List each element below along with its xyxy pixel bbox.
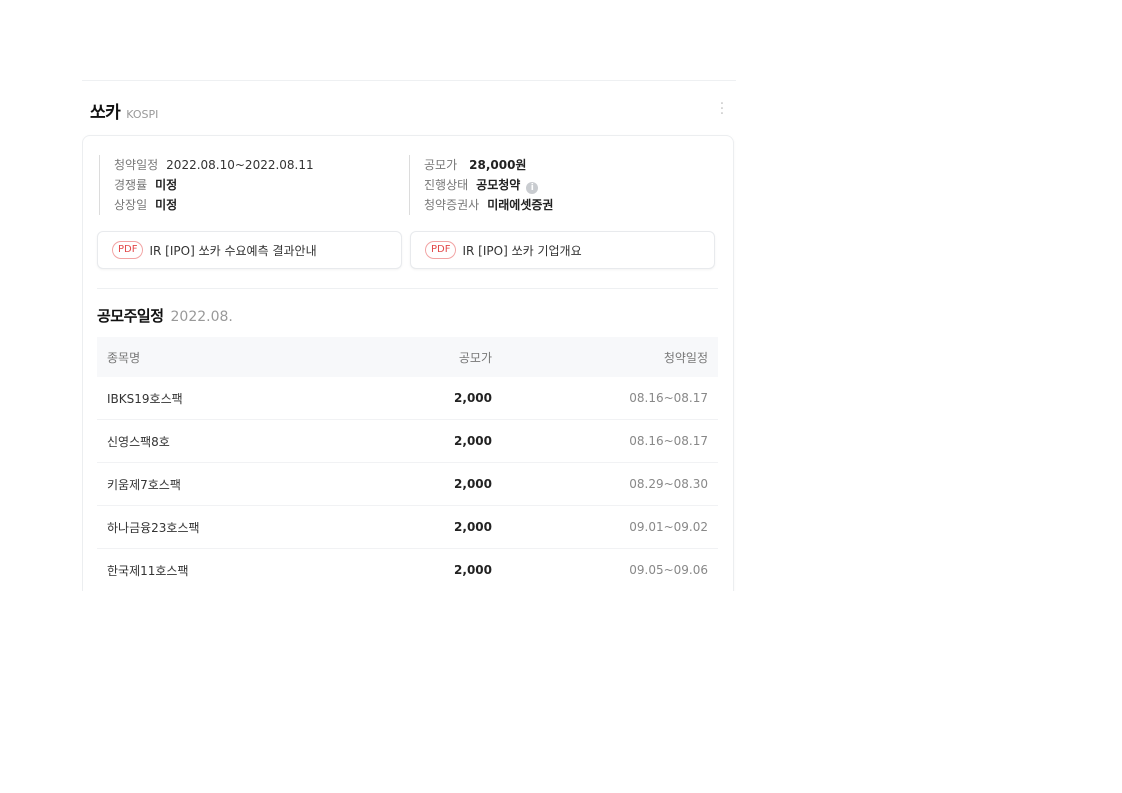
- document-title: IR [IPO] 쏘카 기업개요: [462, 243, 582, 258]
- info-column-left: 청약일정 2022.08.10~2022.08.11 경쟁률 미정 상장일 미정: [99, 155, 314, 215]
- table-row[interactable]: 하나금융23호스팩 2,000 09.01~09.02: [97, 505, 718, 549]
- info-value: 미래에셋증권: [487, 198, 554, 212]
- schedule-header: 공모주일정 2022.08.: [97, 305, 233, 326]
- more-vertical-icon[interactable]: · · ·: [715, 97, 729, 121]
- info-icon[interactable]: i: [526, 182, 539, 194]
- info-label: 상장일: [114, 198, 148, 212]
- subscription-period: 08.16~08.17: [492, 377, 718, 420]
- info-value: 28,000원: [469, 158, 527, 172]
- info-label: 진행상태: [424, 178, 469, 192]
- stock-name[interactable]: 신영스팩8호: [97, 419, 372, 463]
- info-value: 미정: [155, 198, 178, 212]
- ipo-info-card: 청약일정 2022.08.10~2022.08.11 경쟁률 미정 상장일 미정 공모…: [82, 135, 734, 591]
- company-header: 쏘카 KOSPI: [90, 98, 158, 123]
- offering-price: 2,000: [372, 377, 492, 420]
- stock-name[interactable]: 키움제7호스팩: [97, 462, 372, 506]
- table-row[interactable]: 키움제7호스팩 2,000 08.29~08.30: [97, 462, 718, 506]
- offering-price: 2,000: [372, 419, 492, 463]
- info-value: 미정: [155, 178, 178, 192]
- info-label: 경쟁률: [114, 178, 148, 192]
- info-value: 공모청약: [476, 178, 521, 192]
- info-row-underwriter: 청약증권사 미래에셋증권: [424, 195, 553, 215]
- stock-name[interactable]: 한국제11호스팩: [97, 548, 372, 591]
- schedule-month: 2022.08.: [170, 309, 233, 325]
- pdf-icon: PDF: [425, 241, 457, 259]
- section-divider: [97, 288, 718, 289]
- info-value: 2022.08.10~2022.08.11: [166, 158, 314, 172]
- column-header-name: 종목명: [97, 337, 372, 377]
- table-row[interactable]: IBKS19호스팩 2,000 08.16~08.17: [97, 377, 718, 420]
- table-header-row: 종목명 공모가 청약일정: [97, 337, 718, 377]
- info-label: 청약증권사: [424, 198, 480, 212]
- pdf-icon: PDF: [112, 241, 144, 259]
- table-row[interactable]: 신영스팩8호 2,000 08.16~08.17: [97, 419, 718, 463]
- subscription-period: 08.16~08.17: [492, 419, 718, 463]
- info-row-offering-price: 공모가 28,000원: [424, 155, 553, 175]
- market-badge: KOSPI: [126, 108, 159, 121]
- ipo-detail-panel: 쏘카 KOSPI · · · 청약일정 2022.08.10~2022.08.11 경…: [82, 80, 736, 591]
- offering-price: 2,000: [372, 505, 492, 549]
- info-row-listing-date: 상장일 미정: [114, 195, 314, 215]
- info-column-right: 공모가 28,000원 진행상태 공모청약 i 청약증권사 미래에셋증권: [409, 155, 553, 215]
- document-button-demand-forecast[interactable]: PDF IR [IPO] 쏘카 수요예측 결과안내: [97, 231, 402, 269]
- subscription-period: 09.01~09.02: [492, 505, 718, 549]
- column-header-price: 공모가: [372, 337, 492, 377]
- company-name: 쏘카: [90, 103, 121, 123]
- schedule-title: 공모주일정: [97, 307, 164, 325]
- offering-price: 2,000: [372, 462, 492, 506]
- info-row-subscription-period: 청약일정 2022.08.10~2022.08.11: [114, 155, 314, 175]
- offering-price: 2,000: [372, 548, 492, 591]
- column-header-period: 청약일정: [492, 337, 718, 377]
- info-row-status: 진행상태 공모청약 i: [424, 175, 553, 195]
- stock-name[interactable]: IBKS19호스팩: [97, 377, 372, 420]
- info-label: 공모가: [424, 158, 458, 172]
- info-row-competition-rate: 경쟁률 미정: [114, 175, 314, 195]
- table-row[interactable]: 한국제11호스팩 2,000 09.05~09.06: [97, 548, 718, 591]
- subscription-period: 08.29~08.30: [492, 462, 718, 506]
- subscription-period: 09.05~09.06: [492, 548, 718, 591]
- stock-name[interactable]: 하나금융23호스팩: [97, 505, 372, 549]
- ipo-schedule-table: 종목명 공모가 청약일정 IBKS19호스팩 2,000 08.16~08.17…: [97, 337, 718, 591]
- document-button-company-overview[interactable]: PDF IR [IPO] 쏘카 기업개요: [410, 231, 715, 269]
- info-label: 청약일정: [114, 158, 159, 172]
- document-title: IR [IPO] 쏘카 수요예측 결과안내: [149, 243, 317, 258]
